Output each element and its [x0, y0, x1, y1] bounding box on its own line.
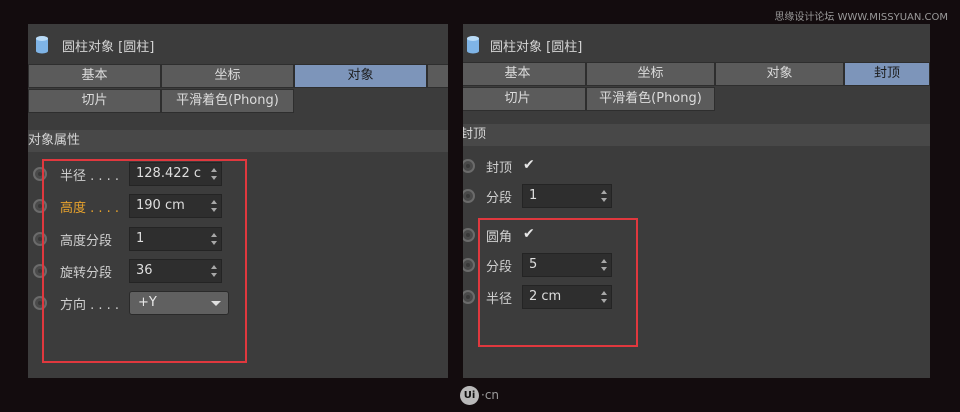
tab-slice[interactable]: 切片 [28, 89, 161, 113]
radio-icon[interactable] [463, 228, 475, 242]
param-label: 高度 . . . . [60, 201, 120, 216]
rotation-segments-field[interactable]: 36 [129, 259, 222, 283]
checkmark-icon[interactable]: ✔ [523, 226, 535, 242]
param-row-fillet-segments: 分段 5 [463, 253, 930, 277]
site-logo: Ui [460, 386, 479, 405]
tab-basic[interactable]: 基本 [463, 62, 586, 86]
radio-icon[interactable] [33, 199, 47, 213]
fillet-radius-field[interactable]: 2 cm [522, 285, 612, 309]
field-value: 36 [136, 263, 153, 278]
tab-coordinates[interactable]: 坐标 [586, 62, 715, 86]
section-object-properties: 对象属性 [28, 130, 448, 152]
tab-object[interactable]: 对象 [294, 64, 427, 88]
param-label: 半径 [486, 292, 513, 307]
tab-basic[interactable]: 基本 [28, 64, 161, 88]
param-row-fillet: 圆角 ✔ [463, 223, 930, 247]
param-row-radius: 半径 . . . . 128.422 c [28, 162, 448, 186]
tab-caps-partial[interactable] [427, 64, 448, 88]
param-row-cap-segments: 分段 1 [463, 184, 930, 208]
radio-icon[interactable] [33, 264, 47, 278]
fillet-segments-field[interactable]: 5 [522, 253, 612, 277]
param-label: 分段 [486, 191, 513, 206]
chevron-down-icon [211, 301, 221, 306]
radio-icon[interactable] [33, 232, 47, 246]
stepper-icon[interactable] [601, 190, 607, 202]
height-segments-field[interactable]: 1 [129, 227, 222, 251]
param-row-rotation-segments: 旋转分段 36 [28, 259, 448, 283]
radius-field[interactable]: 128.422 c [129, 162, 222, 186]
param-row-fillet-radius: 半径 2 cm [463, 285, 930, 309]
attributes-panel-object: 圆柱对象 [圆柱] 基本 坐标 对象 切片 平滑着色(Phong) 对象属性 半… [28, 24, 448, 378]
radio-icon[interactable] [33, 167, 47, 181]
param-row-height-segments: 高度分段 1 [28, 227, 448, 251]
radio-icon[interactable] [463, 159, 475, 173]
stepper-icon[interactable] [211, 233, 217, 245]
panel-title: 圆柱对象 [圆柱] [490, 40, 583, 55]
section-caps: 封顶 [463, 124, 930, 146]
param-row-height: 高度 . . . . 190 cm [28, 194, 448, 218]
watermark-text: 思缘设计论坛 WWW.MISSYUAN.COM [774, 12, 948, 23]
radio-icon[interactable] [463, 189, 475, 203]
field-value: 1 [136, 231, 145, 246]
param-label: 方向 . . . . [60, 298, 120, 313]
stepper-icon[interactable] [211, 168, 217, 180]
dropdown-value: +Y [138, 295, 157, 310]
param-label: 高度分段 [60, 234, 113, 249]
radio-icon[interactable] [33, 296, 47, 310]
orientation-dropdown[interactable]: +Y [129, 291, 229, 315]
field-value: 190 cm [136, 198, 185, 213]
panel-titlebar: 圆柱对象 [圆柱] [463, 24, 930, 62]
radio-icon[interactable] [463, 258, 475, 272]
panel-title: 圆柱对象 [圆柱] [62, 40, 155, 55]
tab-object[interactable]: 对象 [715, 62, 844, 86]
checkmark-icon[interactable]: ✔ [523, 157, 535, 173]
panel-titlebar: 圆柱对象 [圆柱] [28, 24, 448, 62]
field-value: 5 [529, 257, 538, 272]
stepper-icon[interactable] [211, 265, 217, 277]
tab-phong[interactable]: 平滑着色(Phong) [586, 87, 715, 111]
param-label: 旋转分段 [60, 266, 113, 281]
stepper-icon[interactable] [601, 291, 607, 303]
height-field[interactable]: 190 cm [129, 194, 222, 218]
stepper-icon[interactable] [211, 200, 217, 212]
tab-caps[interactable]: 封顶 [844, 62, 930, 86]
radio-icon[interactable] [463, 290, 475, 304]
param-label: 封顶 [486, 161, 513, 176]
site-logo-suffix: ·cn [481, 388, 500, 402]
attributes-panel-caps: 圆柱对象 [圆柱] 基本 坐标 对象 封顶 切片 平滑着色(Phong) 封顶 … [463, 24, 930, 378]
field-value: 2 cm [529, 289, 562, 304]
tab-phong[interactable]: 平滑着色(Phong) [161, 89, 294, 113]
cylinder-icon [36, 36, 48, 54]
param-label: 分段 [486, 260, 513, 275]
param-row-orientation: 方向 . . . . +Y [28, 291, 448, 315]
param-row-caps: 封顶 ✔ [463, 154, 930, 178]
tab-slice[interactable]: 切片 [463, 87, 586, 111]
stepper-icon[interactable] [601, 259, 607, 271]
param-label: 半径 . . . . [60, 169, 120, 184]
param-label: 圆角 [486, 230, 513, 245]
cylinder-icon [467, 36, 479, 54]
section-label: 封顶 [463, 127, 487, 142]
field-value: 1 [529, 188, 538, 203]
field-value: 128.422 c [136, 166, 202, 181]
cap-segments-field[interactable]: 1 [522, 184, 612, 208]
tab-coordinates[interactable]: 坐标 [161, 64, 294, 88]
